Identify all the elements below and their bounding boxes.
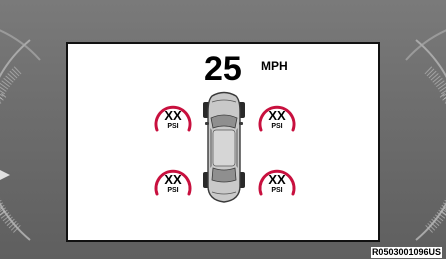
speed-readout: 25 MPH [68,50,378,88]
tire-front-left-value: XX [164,108,182,123]
tire-front-left: XX PSI [150,98,196,138]
tire-rear-left: XX PSI [150,162,196,202]
instrument-cluster: 25 MPH XX PSI XX PSI XX PSI XX PSI R0503… [0,0,446,259]
tire-rear-left-unit: PSI [167,187,179,194]
car-top-view-icon [203,91,245,203]
tire-front-right: XX PSI [254,98,300,138]
tire-front-right-unit: PSI [271,123,283,130]
speed-value: 25 [204,50,242,88]
tire-rear-right: XX PSI [254,162,300,202]
tire-rear-right-value: XX [268,172,286,187]
tire-front-right-value: XX [268,108,286,123]
tire-rear-left-value: XX [164,172,182,187]
speed-unit: MPH [261,59,288,73]
tire-rear-right-unit: PSI [271,187,283,194]
figure-code: R0503001096US [370,247,442,258]
tire-front-left-unit: PSI [167,123,179,130]
tire-pressure-display: 25 MPH XX PSI XX PSI XX PSI XX PSI [66,42,380,242]
